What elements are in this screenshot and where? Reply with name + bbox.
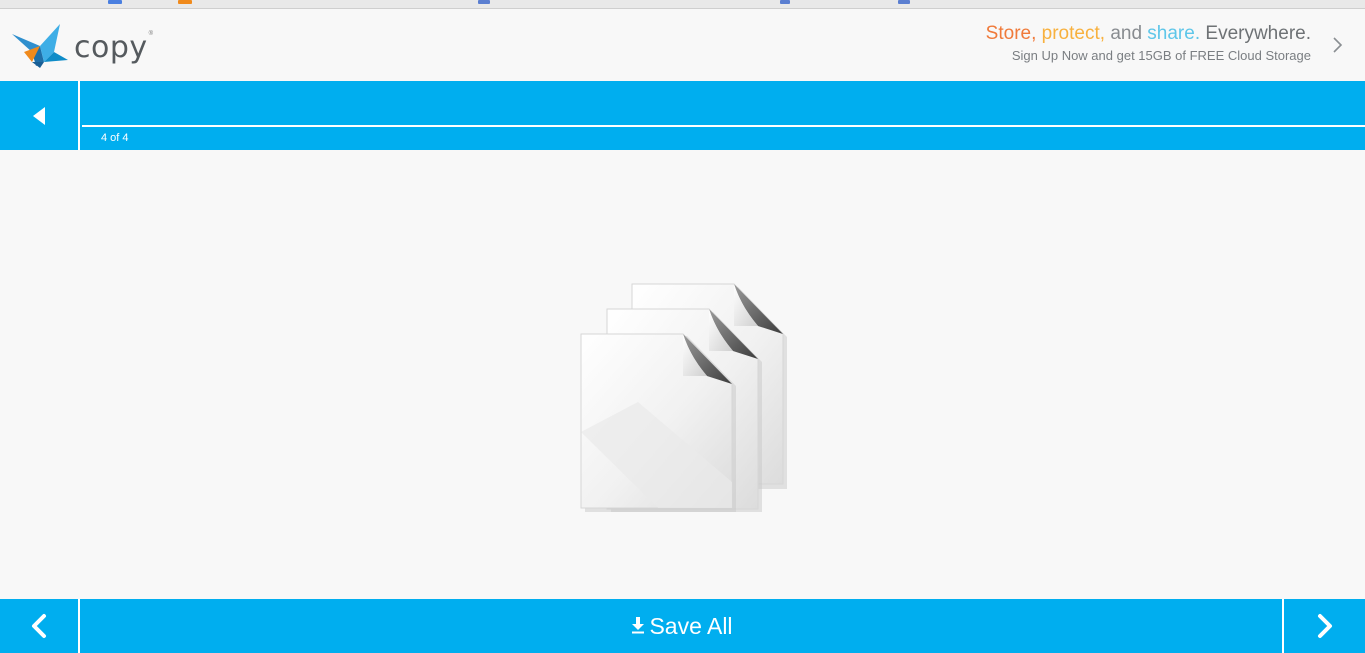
- save-all-label: Save All: [649, 612, 733, 639]
- bookmark-chip: [108, 0, 122, 4]
- triangle-left-icon: [33, 106, 45, 125]
- file-title: [82, 81, 1365, 127]
- signup-promo[interactable]: Store, protect, and share. Everywhere. S…: [986, 23, 1311, 64]
- promo-headline: Store, protect, and share. Everywhere.: [986, 23, 1311, 45]
- promo-word-and: and: [1110, 23, 1143, 44]
- next-file-button[interactable]: [1282, 599, 1365, 653]
- viewer-title-bar: 4 of 4: [0, 81, 1365, 150]
- save-all-button[interactable]: Save All: [82, 599, 1282, 653]
- promo-word-everywhere: Everywhere.: [1205, 23, 1311, 44]
- chevron-left-icon: [32, 614, 46, 638]
- preview-area: [0, 150, 1365, 599]
- chevron-right-icon: [1317, 614, 1332, 638]
- multiple-files-icon: [580, 283, 787, 512]
- promo-word-protect: protect,: [1041, 23, 1106, 44]
- copy-logo[interactable]: copy ®: [10, 17, 160, 75]
- promo-tagline: Sign Up Now and get 15GB of FREE Cloud S…: [1011, 48, 1311, 63]
- bookmark-chip: [898, 0, 910, 4]
- logo-wordmark: copy: [74, 29, 148, 65]
- page-counter: 4 of 4: [101, 132, 129, 144]
- promo-word-store: Store,: [985, 23, 1037, 44]
- paper-crane-icon: [12, 24, 68, 68]
- browser-bookmark-strip: [0, 0, 1365, 9]
- chevron-right-icon[interactable]: [1331, 35, 1343, 55]
- back-button[interactable]: [0, 81, 80, 150]
- viewer-footer: Save All: [0, 599, 1365, 653]
- bookmark-chip: [478, 0, 490, 4]
- logo-trademark: ®: [148, 31, 154, 37]
- header: copy ® Store, protect, and share. Everyw…: [0, 9, 1365, 81]
- bookmark-chip: [780, 0, 790, 4]
- download-icon: [632, 617, 645, 634]
- previous-file-button[interactable]: [0, 599, 80, 653]
- bookmark-chip: [178, 0, 192, 4]
- promo-word-share: share.: [1147, 23, 1201, 44]
